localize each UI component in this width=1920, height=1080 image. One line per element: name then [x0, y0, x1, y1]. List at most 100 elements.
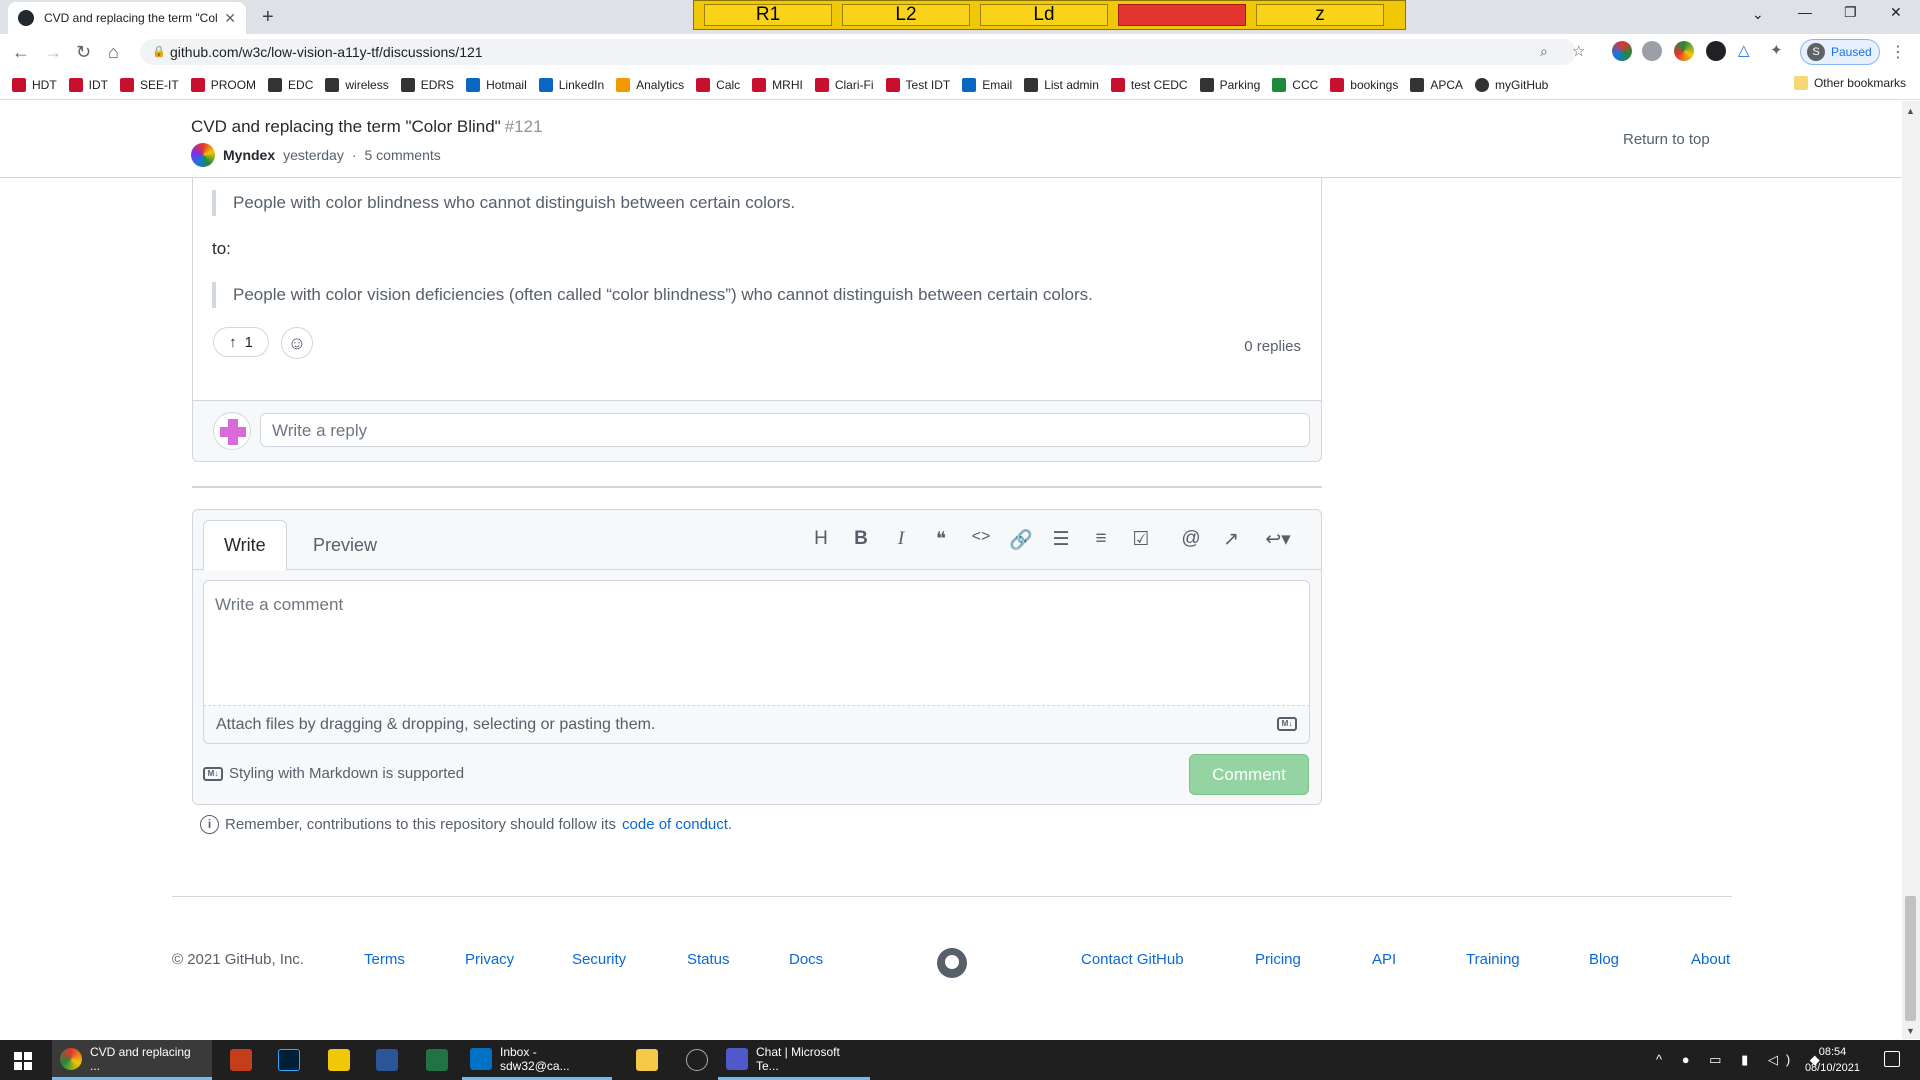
footer-link-status[interactable]: Status — [687, 951, 730, 968]
bookmark-edc[interactable]: EDC — [268, 77, 313, 92]
extension-icon[interactable] — [1674, 41, 1694, 61]
bookmark-idt[interactable]: IDT — [68, 77, 108, 92]
bookmark-mygithub[interactable]: myGitHub — [1475, 77, 1548, 92]
taskbar-photoshop[interactable] — [270, 1040, 308, 1080]
scroll-up-icon[interactable]: ▲ — [1906, 106, 1915, 116]
close-window-icon[interactable]: ✕ — [1890, 4, 1902, 21]
bookmark-wireless[interactable]: wireless — [325, 77, 389, 92]
color-extension-icon[interactable] — [1612, 41, 1632, 61]
footer-link-about[interactable]: About — [1691, 951, 1730, 968]
write-reply-input[interactable]: Write a reply — [260, 413, 1310, 447]
github-logo-icon[interactable] — [937, 948, 967, 978]
extension-icon[interactable] — [1642, 41, 1662, 61]
taskbar-file-explorer[interactable] — [628, 1040, 666, 1080]
profile-button[interactable]: S Paused — [1800, 39, 1880, 65]
scroll-down-icon[interactable]: ▼ — [1906, 1026, 1915, 1036]
bulleted-list-icon[interactable]: ☰ — [1048, 528, 1074, 551]
taskbar-word[interactable] — [368, 1040, 406, 1080]
bookmark-see-it[interactable]: SEE-IT — [120, 77, 179, 92]
bookmark-mrhi[interactable]: MRHI — [752, 77, 803, 92]
bookmark-clari-fi[interactable]: Clari-Fi — [814, 77, 874, 92]
saved-replies-icon[interactable]: ↩▾ — [1258, 528, 1298, 551]
bookmark-apca[interactable]: APCA — [1410, 77, 1463, 92]
footer-link-pricing[interactable]: Pricing — [1255, 951, 1301, 968]
other-bookmarks[interactable]: Other bookmarks — [1793, 76, 1906, 90]
heading-icon[interactable]: H — [808, 528, 834, 550]
home-icon[interactable]: ⌂ — [108, 42, 119, 63]
taskbar-teams[interactable]: Chat | Microsoft Te... — [718, 1040, 870, 1080]
bookmark-edrs[interactable]: EDRS — [400, 77, 454, 92]
browser-tab[interactable]: CVD and replacing the term "Col ✕ — [8, 2, 246, 34]
bookmark-ccc[interactable]: CCC — [1272, 77, 1318, 92]
tab-search-icon[interactable]: ⌄ — [1752, 6, 1764, 23]
bookmark-calc[interactable]: Calc — [696, 77, 740, 92]
bookmark-hdt[interactable]: HDT — [12, 77, 57, 92]
comment-textarea[interactable]: Write a comment — [203, 580, 1310, 706]
comment-count[interactable]: 5 comments — [365, 147, 441, 163]
new-tab-icon[interactable]: + — [262, 6, 274, 29]
bookmark-proom[interactable]: PROOM — [190, 77, 256, 92]
chrome-menu-icon[interactable]: ⋮ — [1890, 42, 1910, 62]
bookmark-test-idt[interactable]: Test IDT — [885, 77, 950, 92]
scrollbar-thumb[interactable] — [1905, 896, 1916, 1021]
footer-link-terms[interactable]: Terms — [364, 951, 405, 968]
bookmark-parking[interactable]: Parking — [1199, 77, 1260, 92]
code-of-conduct-link[interactable]: code of conduct — [622, 816, 728, 833]
clock[interactable]: 08:54 08/10/2021 — [1805, 1044, 1860, 1076]
extension-icon[interactable] — [1706, 41, 1726, 61]
address-bar[interactable]: 🔒 github.com/w3c/low-vision-a11y-tf/disc… — [140, 39, 1576, 65]
taskbar-sketch[interactable] — [320, 1040, 358, 1080]
tab-preview[interactable]: Preview — [293, 520, 397, 571]
task-list-icon[interactable]: ☑ — [1128, 528, 1154, 551]
minimize-icon[interactable]: — — [1798, 4, 1812, 20]
quote-icon[interactable]: ❝ — [928, 528, 954, 551]
return-to-top-link[interactable]: Return to top — [1623, 131, 1710, 148]
discussion-title[interactable]: CVD and replacing the term "Color Blind"… — [191, 117, 543, 137]
close-tab-icon[interactable]: ✕ — [224, 10, 236, 27]
bookmark-test-cedc[interactable]: test CEDC — [1110, 77, 1188, 92]
reload-icon[interactable]: ↻ — [76, 42, 91, 63]
add-reaction-smiley-icon[interactable]: ☺ — [281, 327, 313, 359]
footer-link-blog[interactable]: Blog — [1589, 951, 1619, 968]
restore-icon[interactable]: ❐ — [1844, 4, 1857, 21]
extensions-puzzle-icon[interactable]: ✦ — [1770, 41, 1790, 61]
notification-icon[interactable] — [1884, 1051, 1900, 1067]
numbered-list-icon[interactable]: ≡ — [1088, 528, 1114, 550]
footer-link-contact[interactable]: Contact GitHub — [1081, 951, 1184, 968]
bookmark-analytics[interactable]: Analytics — [616, 77, 684, 92]
zoom-icon[interactable]: ⌕ — [1540, 43, 1560, 63]
italic-icon[interactable]: I — [888, 528, 914, 550]
footer-link-privacy[interactable]: Privacy — [465, 951, 514, 968]
bookmark-hotmail[interactable]: Hotmail — [466, 77, 527, 92]
comment-button[interactable]: Comment — [1189, 754, 1309, 795]
taskbar-chrome[interactable]: CVD and replacing ... — [52, 1040, 212, 1080]
tab-write[interactable]: Write — [203, 520, 287, 571]
author-link[interactable]: Myndex — [223, 147, 275, 163]
taskbar-excel[interactable] — [418, 1040, 456, 1080]
windows-start-icon[interactable] — [14, 1052, 32, 1070]
system-tray-icons[interactable]: ^ ● ▭ ▮ ◁) ◆ — [1656, 1052, 1828, 1068]
bookmark-email[interactable]: Email — [962, 77, 1012, 92]
upvote-button[interactable]: ↑ 1 — [213, 327, 269, 357]
bookmark-linkedin[interactable]: LinkedIn — [538, 77, 604, 92]
bookmark-list-admin[interactable]: List admin — [1024, 77, 1099, 92]
attach-files-area[interactable]: Attach files by dragging & dropping, sel… — [203, 706, 1310, 744]
link-icon[interactable]: 🔗 — [1008, 528, 1034, 552]
forward-icon[interactable]: → — [44, 42, 62, 63]
footer-link-docs[interactable]: Docs — [789, 951, 823, 968]
bookmark-bookings[interactable]: bookings — [1330, 77, 1398, 92]
bold-icon[interactable]: B — [848, 528, 874, 550]
taskbar-powerpoint[interactable] — [222, 1040, 260, 1080]
cross-reference-icon[interactable]: ↗ — [1218, 528, 1244, 551]
back-icon[interactable]: ← — [12, 42, 30, 63]
markdown-note[interactable]: M↓ Styling with Markdown is supported — [203, 765, 464, 782]
avatar[interactable] — [191, 143, 215, 167]
mention-icon[interactable]: @ — [1178, 528, 1204, 550]
footer-link-api[interactable]: API — [1372, 951, 1396, 968]
bookmark-star-icon[interactable]: ☆ — [1572, 42, 1592, 62]
footer-link-training[interactable]: Training — [1466, 951, 1520, 968]
code-icon[interactable]: <> — [968, 528, 994, 546]
taskbar-app[interactable] — [678, 1040, 716, 1080]
taskbar-outlook[interactable]: Inbox - sdw32@ca... — [462, 1040, 612, 1080]
drive-extension-icon[interactable]: △ — [1738, 41, 1758, 61]
